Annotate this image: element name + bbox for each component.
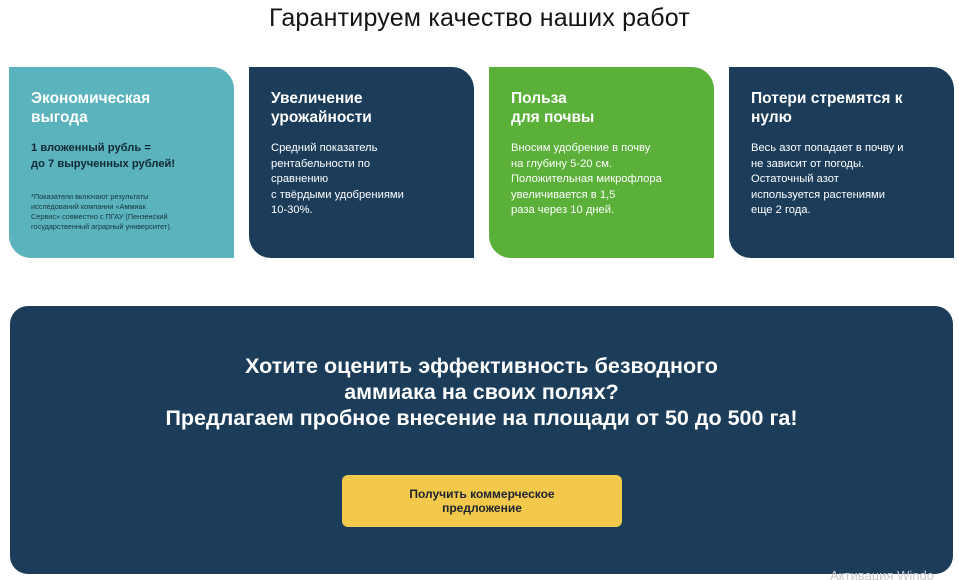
- card-soil-benefit: Польза для почвы Вносим удобрение в почв…: [489, 67, 714, 258]
- card-text: Вносим удобрение в почву на глубину 5-20…: [511, 142, 662, 217]
- card-text: Весь азот попадает в почву и не зависит …: [751, 142, 904, 217]
- card-title: Увеличение урожайности: [271, 90, 372, 126]
- cta-banner: Хотите оценить эффективность безводного …: [10, 306, 953, 574]
- card-title: Потери стремятся к нулю: [751, 90, 903, 126]
- windows-activation-watermark: Активация Windo: [830, 568, 934, 580]
- card-zero-losses: Потери стремятся к нулю Весь азот попада…: [729, 67, 954, 258]
- card-footnote: *Показатели включают результаты исследов…: [31, 192, 172, 232]
- get-commercial-offer-button[interactable]: Получить коммерческое предложение: [342, 475, 622, 527]
- card-title: Польза для почвы: [511, 90, 595, 126]
- card-economic-benefit: Экономическая выгода 1 вложенный рубль =…: [9, 67, 234, 258]
- card-title: Экономическая выгода: [31, 90, 151, 126]
- section-heading: Гарантируем качество наших работ: [268, 4, 691, 32]
- cta-text: Хотите оценить эффективность безводного …: [165, 354, 798, 430]
- card-yield-increase: Увеличение урожайности Средний показател…: [249, 67, 474, 258]
- card-text: Средний показатель рентабельности по сра…: [271, 142, 404, 217]
- card-text: 1 вложенный рубль = до 7 вырученных рубл…: [31, 142, 176, 170]
